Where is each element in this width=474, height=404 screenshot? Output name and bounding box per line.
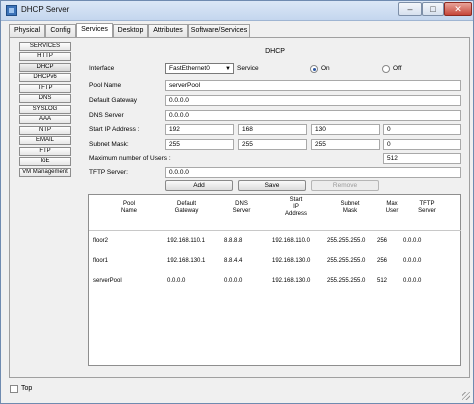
sidebar-item-ntp[interactable]: NTP	[19, 126, 71, 135]
sidebar-item-vm-management[interactable]: VM Management	[19, 168, 71, 177]
cell-mask: 255.255.255.0	[327, 258, 366, 264]
top-label: Top	[21, 385, 33, 392]
column-header-tftp-server: TFTP Server	[418, 201, 436, 214]
tftp-server-input[interactable]: 0.0.0.0	[165, 167, 461, 178]
chevron-down-icon: ▼	[225, 66, 231, 72]
sidebar-item-email[interactable]: EMAIL	[19, 136, 71, 145]
cell-dns: 0.0.0.0	[224, 278, 243, 284]
max-users-input[interactable]: 512	[383, 153, 461, 164]
cell-gateway: 192.168.130.1	[167, 258, 206, 264]
sidebar-item-dhcpv6[interactable]: DHCPv6	[19, 73, 71, 82]
cell-max-user: 256	[377, 258, 388, 264]
cell-start-ip: 192.168.130.0	[272, 258, 311, 264]
max-users-label: Maximum number of Users :	[89, 155, 171, 162]
dhcp-header: DHCP	[265, 48, 285, 55]
column-header-default-gateway: Default Gateway	[174, 201, 199, 214]
window-title: DHCP Server	[21, 5, 70, 14]
save-button[interactable]: Save	[238, 180, 306, 191]
cell-tftp: 0.0.0.0	[403, 258, 422, 264]
default-gateway-input[interactable]: 0.0.0.0	[165, 95, 461, 106]
cell-pool-name: serverPool	[93, 278, 122, 284]
pool-table[interactable]: Pool Name Default Gateway DNS Server Sta…	[88, 194, 461, 366]
service-label: Service	[237, 65, 259, 72]
default-gateway-label: Default Gateway	[89, 97, 138, 104]
tab-config[interactable]: Config	[45, 24, 76, 38]
subnet-mask-octet-2[interactable]: 255	[238, 139, 307, 150]
service-on-label: On	[321, 65, 330, 72]
cell-start-ip: 192.168.130.0	[272, 278, 311, 284]
cell-gateway: 0.0.0.0	[167, 278, 186, 284]
dhcp-server-window: DHCP Server – □ ✕ Physical Config Servic…	[0, 0, 474, 404]
app-icon	[6, 5, 17, 16]
sidebar-item-ioe[interactable]: IoE	[19, 157, 71, 166]
start-ip-label: Start IP Address :	[89, 126, 140, 133]
column-header-subnet-mask: Subnet Mask	[340, 201, 360, 214]
dhcp-content: DHCP Interface FastEthernet0 ▼ Service O…	[81, 38, 469, 376]
minimize-button[interactable]: –	[398, 2, 422, 16]
sidebar-item-services[interactable]: SERVICES	[19, 42, 71, 51]
subnet-mask-octet-1[interactable]: 255	[165, 139, 234, 150]
dns-server-label: DNS Server	[89, 112, 124, 119]
column-header-start-ip: Start IP Address	[284, 197, 307, 217]
start-ip-octet-4[interactable]: 0	[383, 124, 461, 135]
sidebar-item-dns[interactable]: DNS	[19, 94, 71, 103]
cell-mask: 255.255.255.0	[327, 278, 366, 284]
close-button[interactable]: ✕	[444, 2, 472, 16]
cell-max-user: 256	[377, 238, 388, 244]
column-header-pool-name: Pool Name	[120, 201, 137, 214]
remove-button[interactable]: Remove	[311, 180, 379, 191]
cell-tftp: 0.0.0.0	[403, 238, 422, 244]
cell-mask: 255.255.255.0	[327, 238, 366, 244]
subnet-mask-label: Subnet Mask:	[89, 141, 129, 148]
cell-pool-name: floor1	[93, 258, 109, 264]
cell-dns: 8.8.4.4	[224, 258, 243, 264]
top-checkbox[interactable]	[10, 385, 18, 393]
maximize-button[interactable]: □	[422, 2, 444, 16]
service-on-radio[interactable]	[310, 65, 318, 73]
tab-attributes[interactable]: Attributes	[148, 24, 188, 38]
sidebar-item-syslog[interactable]: SYSLOG	[19, 105, 71, 114]
interface-label: Interface	[89, 65, 115, 72]
service-off-label: Off	[393, 65, 402, 72]
interface-value: FastEthernet0	[169, 65, 210, 72]
header-divider	[89, 230, 461, 231]
tab-services[interactable]: Services	[76, 23, 113, 38]
subnet-mask-octet-4[interactable]: 0	[383, 139, 461, 150]
interface-select[interactable]: FastEthernet0 ▼	[165, 63, 234, 74]
tab-software-services[interactable]: Software/Services	[188, 24, 250, 38]
sidebar-item-dhcp[interactable]: DHCP	[19, 63, 71, 72]
title-bar[interactable]: DHCP Server – □ ✕	[1, 1, 473, 21]
start-ip-octet-1[interactable]: 192	[165, 124, 234, 135]
cell-start-ip: 192.168.110.0	[272, 238, 310, 244]
cell-max-user: 512	[377, 278, 388, 284]
sidebar-item-tftp[interactable]: TFTP	[19, 84, 71, 93]
service-off-radio[interactable]	[382, 65, 390, 73]
add-button[interactable]: Add	[165, 180, 233, 191]
subnet-mask-octet-3[interactable]: 255	[311, 139, 380, 150]
cell-pool-name: floor2	[93, 238, 109, 244]
start-ip-octet-3[interactable]: 130	[311, 124, 380, 135]
column-header-dns-server: DNS Server	[232, 201, 251, 214]
cell-tftp: 0.0.0.0	[403, 278, 422, 284]
resize-grip-icon[interactable]	[462, 392, 470, 400]
pool-name-input[interactable]: serverPool	[165, 80, 461, 91]
tftp-server-label: TFTP Server:	[89, 169, 128, 176]
sidebar-item-http[interactable]: HTTP	[19, 52, 71, 61]
sidebar-item-aaa[interactable]: AAA	[19, 115, 71, 124]
pool-name-label: Pool Name	[89, 82, 122, 89]
tab-physical[interactable]: Physical	[9, 24, 45, 38]
cell-gateway: 192.168.110.1	[167, 238, 205, 244]
cell-dns: 8.8.8.8	[224, 238, 243, 244]
sidebar-item-ftp[interactable]: FTP	[19, 147, 71, 156]
dns-server-input[interactable]: 0.0.0.0	[165, 110, 461, 121]
start-ip-octet-2[interactable]: 168	[238, 124, 307, 135]
column-header-max-user: Max User	[385, 201, 399, 214]
tab-desktop[interactable]: Desktop	[113, 24, 148, 38]
